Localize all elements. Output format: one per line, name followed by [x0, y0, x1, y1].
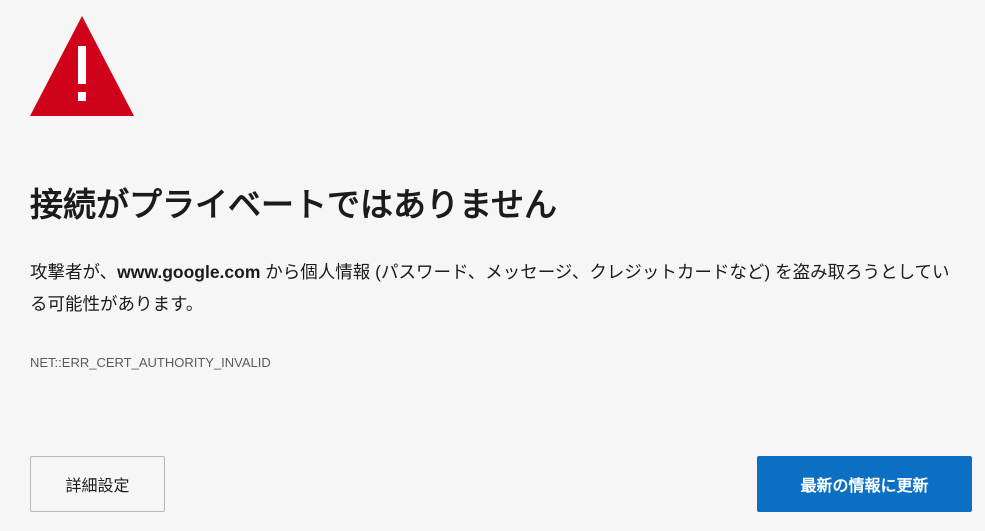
warning-description: 攻撃者が、www.google.com から個人情報 (パスワード、メッセージ、…	[30, 256, 965, 320]
site-hostname: www.google.com	[117, 262, 261, 282]
exclamation-bar	[78, 46, 86, 84]
warning-triangle-icon	[30, 16, 134, 116]
exclamation-dot	[78, 92, 86, 101]
page-heading: 接続がプライベートではありません	[30, 186, 558, 223]
description-prefix: 攻撃者が、	[30, 262, 118, 282]
error-code: NET::ERR_CERT_AUTHORITY_INVALID	[30, 355, 271, 370]
refresh-button[interactable]: 最新の情報に更新	[757, 456, 972, 512]
advanced-button[interactable]: 詳細設定	[30, 456, 165, 512]
